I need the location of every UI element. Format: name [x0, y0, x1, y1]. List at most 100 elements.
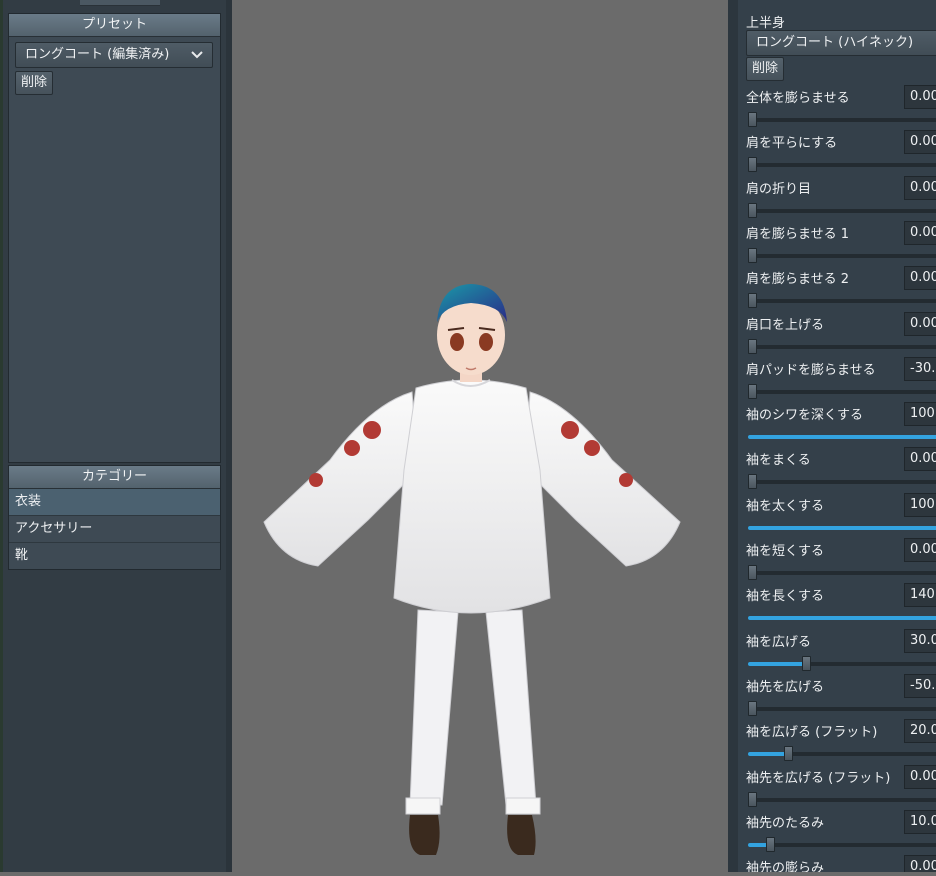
param-row: 肩パッドを膨らませる -30.0 [746, 356, 936, 402]
param-label: 袖のシワを深くする [746, 408, 864, 424]
category-header: カテゴリー [9, 466, 220, 489]
param-row: 袖を太くする 100 [746, 492, 936, 538]
param-value-field[interactable]: 100 [904, 492, 936, 517]
param-slider[interactable] [748, 247, 936, 263]
slider-handle[interactable] [748, 247, 757, 263]
right-panel-edge [728, 0, 738, 872]
param-label: 全体を膨らませる [746, 91, 850, 106]
slider-handle[interactable] [748, 474, 757, 490]
slider-handle[interactable] [748, 565, 757, 580]
section-label-upper-body: 上半身 [746, 16, 786, 31]
slider-handle[interactable] [748, 791, 757, 807]
param-value-field[interactable]: -30.0 [904, 356, 936, 381]
param-value-field[interactable]: 0.00 [904, 175, 936, 200]
param-row: 袖を長くする 140 [746, 583, 936, 628]
param-label: 袖先を広げる (フラット) [746, 770, 891, 786]
param-slider[interactable] [748, 565, 936, 580]
param-value-field[interactable]: 0.00 [904, 764, 936, 789]
param-value-field[interactable]: -50.0 [904, 673, 936, 698]
param-label: 袖を長くする [746, 589, 825, 605]
param-value-field[interactable]: 20.0 [904, 719, 936, 744]
param-slider[interactable] [748, 202, 936, 218]
param-value-field[interactable]: 10.0 [904, 809, 936, 834]
slider-fill [748, 435, 936, 440]
param-value-field[interactable]: 0.00 [904, 266, 936, 291]
slider-handle[interactable] [748, 338, 757, 354]
param-slider[interactable] [748, 112, 936, 127]
param-row: 肩の折り目 0.00 [746, 175, 936, 221]
param-slider[interactable] [748, 474, 936, 490]
preset-dropdown-value: ロングコート (編集済み) [25, 47, 170, 62]
param-row: 袖を広げる 30.0 [746, 628, 936, 674]
slider-handle[interactable] [748, 202, 757, 218]
left-panel: プリセット ロングコート (編集済み) 削除 カテゴリー 衣装 アクセサリー 靴 [0, 0, 232, 872]
top-tab[interactable] [80, 0, 160, 6]
category-item-accessory[interactable]: アクセサリー [9, 516, 220, 543]
param-row: 袖を広げる (フラット) 20.0 [746, 719, 936, 764]
param-label: 袖先の膨らみ [746, 861, 825, 872]
slider-fill [748, 525, 936, 530]
param-label: 袖先のたるみ [746, 815, 825, 831]
param-label: 袖を短くする [746, 544, 825, 559]
category-group: カテゴリー 衣装 アクセサリー 靴 [8, 465, 221, 570]
param-slider[interactable] [748, 655, 936, 671]
param-slider[interactable] [748, 836, 936, 852]
param-slider[interactable] [748, 616, 936, 621]
param-slider[interactable] [748, 435, 936, 440]
param-slider[interactable] [748, 746, 936, 762]
param-slider[interactable] [748, 525, 936, 530]
param-row: 肩を膨らませる 2 0.00 [746, 266, 936, 311]
param-value-field[interactable]: 0.00 [904, 855, 936, 872]
param-value-field[interactable]: 0.00 [904, 538, 936, 562]
param-row: 肩口を上げる 0.00 [746, 311, 936, 357]
right-panel: 上半身 ロングコート (ハイネック) 削除 全体を膨らませる0.00肩を平らにす… [728, 0, 936, 872]
preset-header: プリセット [9, 14, 220, 37]
slider-handle[interactable] [748, 293, 757, 309]
preset-group: プリセット ロングコート (編集済み) 削除 [8, 13, 221, 463]
param-value-field[interactable]: 0.00 [904, 447, 936, 472]
param-label: 肩パッドを膨らませる [746, 362, 876, 378]
param-slider[interactable] [748, 700, 936, 716]
param-label: 袖を広げる [746, 634, 812, 650]
param-value-field[interactable]: 30.0 [904, 628, 936, 653]
slider-handle[interactable] [748, 700, 757, 716]
param-row: 袖を短くする 0.00 [746, 538, 936, 583]
param-value-field[interactable]: 0.00 [904, 130, 936, 155]
param-value-field[interactable]: 140 [904, 583, 936, 608]
param-label: 肩を膨らませる 1 [746, 226, 850, 242]
param-row: 肩を平らにする 0.00 [746, 130, 936, 175]
category-item-shoes[interactable]: 靴 [9, 543, 220, 569]
slider-handle[interactable] [748, 383, 757, 399]
item-delete-button[interactable]: 削除 [746, 57, 785, 81]
param-label: 肩を平らにする [746, 136, 838, 152]
slider-handle[interactable] [748, 112, 757, 127]
slider-handle[interactable] [766, 836, 776, 852]
param-row: 袖先を広げる (フラット) 0.00 [746, 764, 936, 810]
item-dropdown-value: ロングコート (ハイネック) [756, 35, 914, 50]
character-viewport[interactable] [232, 0, 728, 872]
chevron-down-icon [190, 43, 204, 75]
param-slider[interactable] [748, 791, 936, 807]
param-slider[interactable] [748, 157, 936, 173]
param-slider[interactable] [748, 383, 936, 399]
param-slider[interactable] [748, 293, 936, 309]
param-label: 肩口を上げる [746, 317, 825, 333]
param-row: 袖のシワを深くする 100 [746, 402, 936, 447]
category-item-costume[interactable]: 衣装 [9, 489, 220, 516]
left-edge-strip [0, 0, 3, 872]
avatar-model [263, 284, 681, 855]
param-value-field[interactable]: 0.00 [904, 220, 936, 245]
slider-handle[interactable] [802, 655, 812, 671]
slider-handle[interactable] [784, 746, 794, 762]
param-label: 肩を膨らませる 2 [746, 272, 850, 288]
param-row: 全体を膨らませる 0.00 [746, 85, 936, 130]
param-value-field[interactable]: 0.00 [904, 311, 936, 336]
preset-dropdown[interactable]: ロングコート (編集済み) [15, 42, 213, 68]
param-row: 袖をまくる 0.00 [746, 447, 936, 492]
slider-handle[interactable] [748, 157, 757, 173]
param-value-field[interactable]: 100 [904, 402, 936, 427]
param-slider[interactable] [748, 338, 936, 354]
item-dropdown[interactable]: ロングコート (ハイネック) [746, 30, 936, 56]
param-value-field[interactable]: 0.00 [904, 85, 936, 109]
preset-delete-button[interactable]: 削除 [15, 71, 54, 95]
